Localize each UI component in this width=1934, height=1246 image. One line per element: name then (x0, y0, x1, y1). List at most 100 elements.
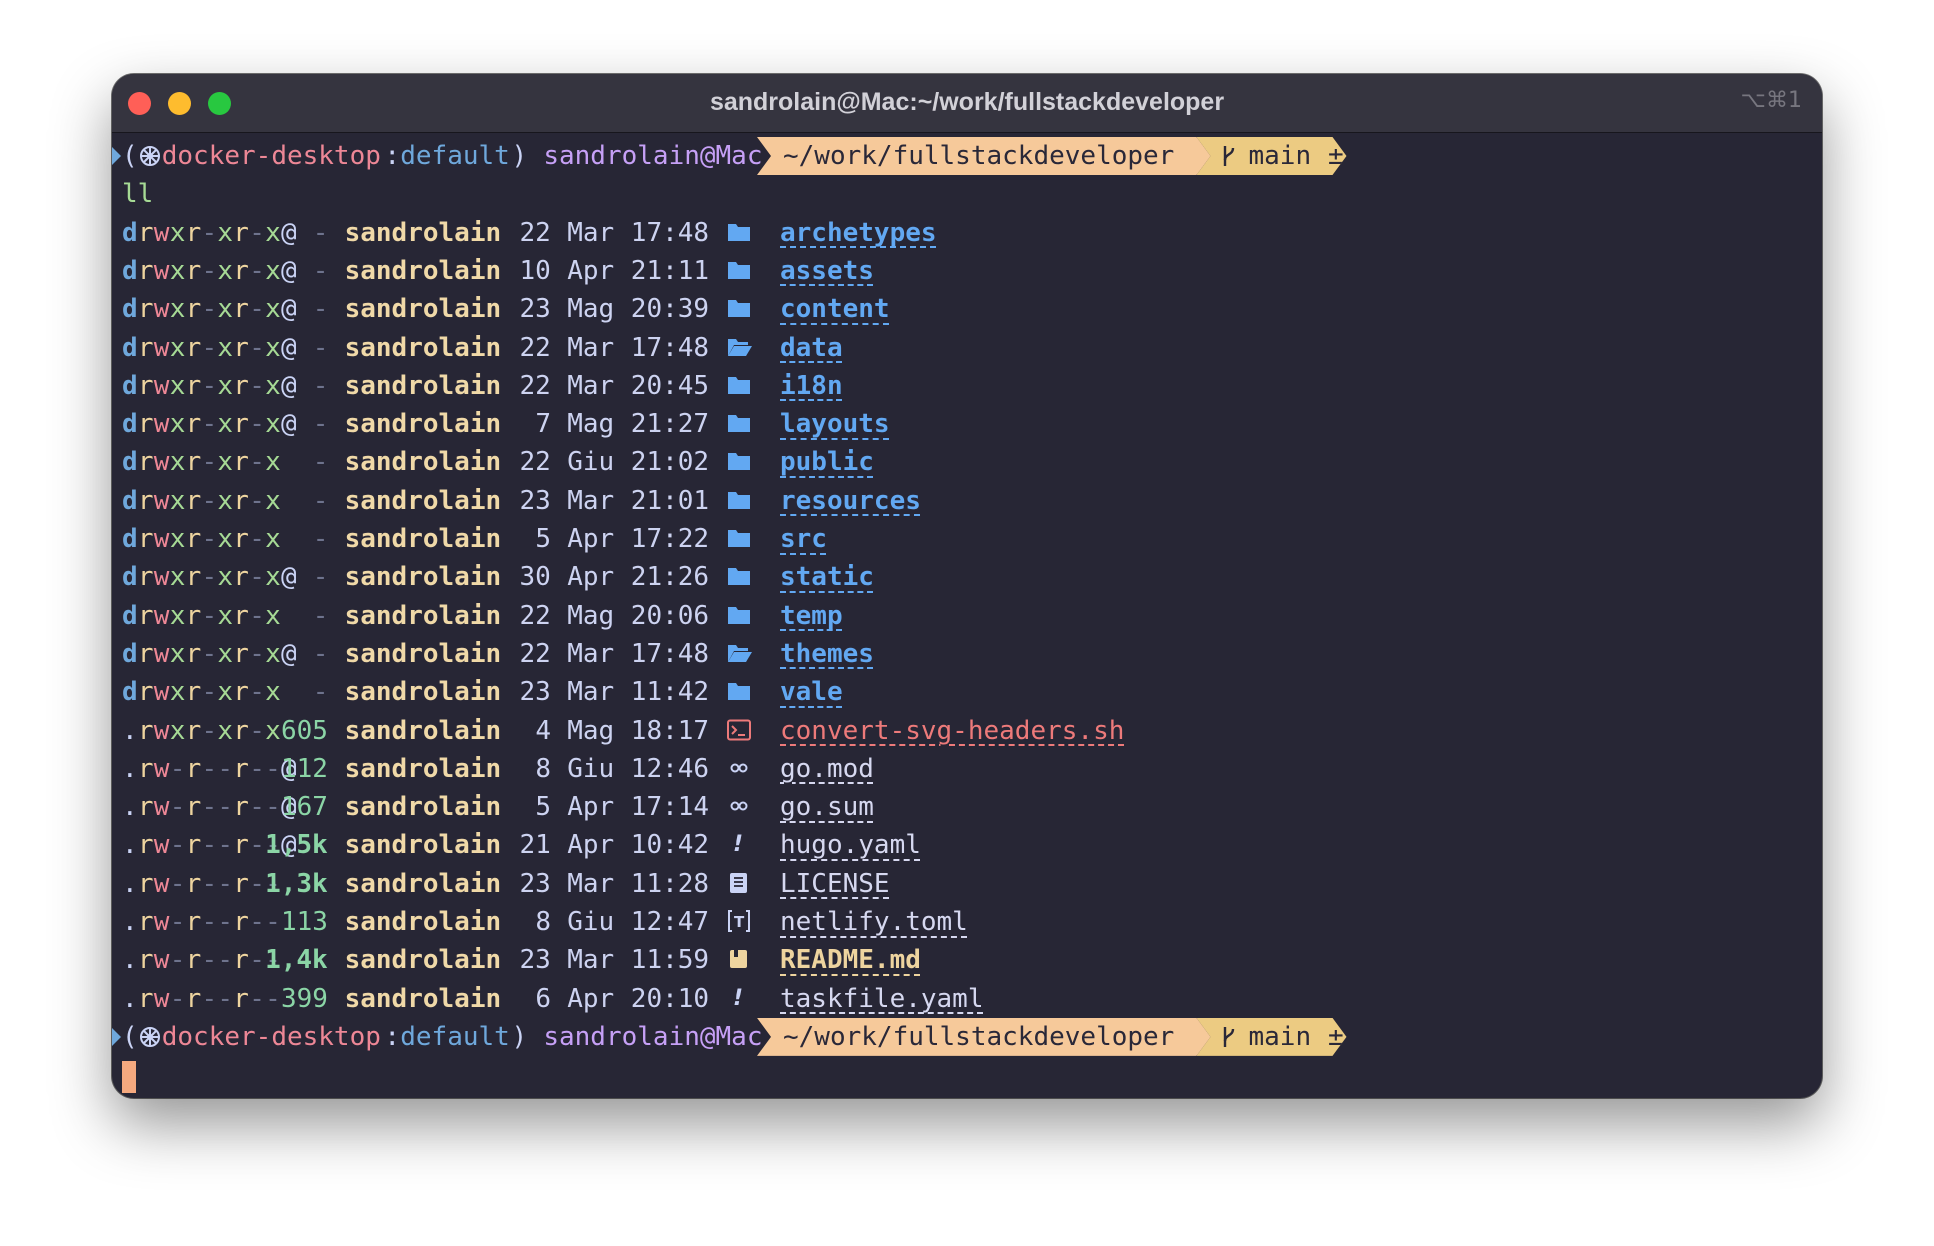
file-name[interactable]: data (780, 329, 843, 367)
list-item[interactable]: d r w x r - x r - x @ - sandrolain 22 Mar 17:48 data (112, 329, 1812, 367)
permission-char: r (137, 677, 154, 708)
file-day: 21 (519, 830, 551, 861)
file-name[interactable]: taskfile.yaml (780, 980, 984, 1018)
permission-char: w (153, 562, 170, 593)
list-item[interactable]: . r w - r - - r - -1,3k sandrolain 23 Mar 11:28 LICENS… (112, 865, 1812, 903)
file-owner: sandrolain (344, 217, 502, 248)
permission-char: r (233, 485, 249, 516)
file-size: 1,4k (265, 945, 328, 976)
folder-open-icon (727, 329, 757, 367)
file-name[interactable]: assets (780, 252, 874, 290)
permission-char: r (185, 792, 202, 823)
permission-char: r (137, 792, 154, 823)
list-item[interactable]: d r w x r - x r - x - sandrolain 23 Mar 11:42 vale (112, 673, 1812, 711)
file-name[interactable]: netlify.toml (780, 903, 968, 941)
file-name[interactable]: archetypes (780, 214, 937, 252)
file-name[interactable]: convert-svg-headers.sh (780, 712, 1124, 750)
file-name[interactable]: hugo.yaml (780, 826, 921, 864)
permission-char: r (233, 370, 249, 401)
permission-char: x (265, 524, 281, 554)
list-item[interactable]: d r w x r - x r - x @ - sandrolain 22 Mar 17:48 themes (112, 635, 1812, 673)
permission-char: d (122, 562, 138, 593)
file-name[interactable]: temp (780, 597, 843, 635)
file-month: Mar (567, 485, 615, 516)
list-item[interactable]: . r w - r - - r - - @1,5k sandrolain 21 Apr 10:42! hugo… (112, 826, 1812, 864)
permission-char: - (249, 715, 265, 746)
permission-char: . (122, 983, 138, 1014)
file-name[interactable]: i18n (780, 367, 843, 405)
permission-char: x (265, 600, 281, 631)
permission-char: r (233, 830, 249, 861)
permission-char: - (169, 830, 186, 861)
list-item[interactable]: d r w x r - x r - x - sandrolain 5 Apr 17:22 src (112, 520, 1812, 558)
list-item[interactable]: . r w - r - - r - - @167 sandrolain 5 Apr 17:14 go.sum (112, 788, 1812, 826)
command-line: ll (122, 179, 154, 210)
permission-char: - (169, 868, 186, 899)
svg-text:!: ! (733, 987, 743, 1009)
permission-char: - (217, 868, 234, 899)
file-name[interactable]: static (780, 558, 874, 596)
permission-char: - (201, 485, 218, 516)
window-title: sandrolain@Mac:~/work/fullstackdeveloper (709, 88, 1225, 116)
permission-char: - (201, 945, 218, 976)
permission-char: - (201, 792, 218, 823)
list-item[interactable]: d r w x r - x r - x @ - sandrolain 10 Apr 21:11 assets (112, 252, 1812, 290)
permission-char: w (153, 600, 170, 631)
file-month: Apr (567, 524, 615, 554)
permission-char: - (217, 830, 234, 861)
link-icon (727, 750, 757, 788)
permission-char: - (201, 983, 218, 1014)
permission-char: w (153, 907, 170, 937)
list-item[interactable]: d r w x r - x r - x @ - sandrolain 23 Mag 20:39 content (112, 290, 1812, 328)
permission-char: d (122, 294, 138, 325)
terminal-content[interactable]: (docker-desktop: default) sandrolain@Mac ~/… (112, 136, 1822, 1098)
list-item[interactable]: . r w - r - - r - -1,4k sandrolain 23 Mar 11:59 README… (112, 941, 1812, 979)
file-name[interactable]: public (780, 443, 874, 481)
permission-char: x (265, 217, 281, 248)
permission-char: r (233, 332, 249, 363)
permission-char: x (217, 370, 234, 401)
file-name[interactable]: layouts (780, 405, 890, 443)
permission-char: x (217, 217, 234, 248)
list-item[interactable]: d r w x r - x r - x - sandrolain 22 Mag 20:06 temp (112, 597, 1812, 635)
permission-char: r (137, 370, 154, 401)
file-name[interactable]: go.sum (780, 788, 874, 826)
file-time: 10:42 (630, 830, 710, 861)
prompt-colon: : (384, 141, 400, 171)
permission-char: d (122, 332, 138, 363)
file-name[interactable]: content (780, 290, 890, 328)
permission-char: x (169, 524, 186, 554)
list-item[interactable]: d r w x r - x r - x @ - sandrolain 7 Mag 21:27 layouts (112, 405, 1812, 443)
file-name[interactable]: vale (780, 673, 843, 711)
permission-char: r (185, 600, 202, 631)
list-item[interactable]: d r w x r - x r - x @ - sandrolain 30 Apr 21:26 static (112, 558, 1812, 596)
list-item[interactable]: . r w - r - - r - - @112 sandrolain 8 Giu 12:46 go.mod (112, 750, 1812, 788)
list-item[interactable]: d r w x r - x r - x @ - sandrolain 22 Mar 17:48 archetyp… (112, 214, 1812, 252)
file-month: Apr (567, 830, 615, 861)
file-time: 11:59 (630, 945, 710, 976)
file-name[interactable]: themes (780, 635, 874, 673)
file-time: 17:14 (630, 792, 710, 823)
permission-char: r (137, 753, 154, 784)
file-day: 22 (519, 600, 551, 631)
file-name[interactable]: README.md (780, 941, 921, 979)
file-name[interactable]: src (780, 520, 827, 558)
file-month: Mag (567, 715, 615, 746)
file-owner: sandrolain (344, 868, 502, 899)
list-item[interactable]: . r w x r - x r - x 605 sandrolain 4 Mag 18:17 convert-… (112, 712, 1812, 750)
list-item[interactable]: d r w x r - x r - x - sandrolain 22 Giu 21:02 public (112, 443, 1812, 481)
file-name[interactable]: LICENSE (780, 865, 890, 903)
file-time: 17:48 (630, 638, 710, 669)
list-item[interactable]: . r w - r - - r - -399 sandrolain 6 Apr 20:10! taskfil… (112, 980, 1812, 1018)
file-owner: sandrolain (344, 677, 502, 708)
list-item[interactable]: . r w - r - - r - -113 sandrolain 8 Giu 12:47 Tnetlify… (112, 903, 1812, 941)
permission-char: - (249, 638, 265, 669)
file-time: 18:17 (630, 715, 710, 746)
user-host: sandrolain@Mac (543, 141, 763, 171)
list-item[interactable]: d r w x r - x r - x - sandrolain 23 Mar 21:01 resources (112, 482, 1812, 520)
file-name[interactable]: go.mod (780, 750, 874, 788)
permission-char: x (265, 447, 281, 478)
permission-char: - (249, 753, 265, 784)
list-item[interactable]: d r w x r - x r - x @ - sandrolain 22 Mar 20:45 i18n (112, 367, 1812, 405)
file-name[interactable]: resources (780, 482, 921, 520)
